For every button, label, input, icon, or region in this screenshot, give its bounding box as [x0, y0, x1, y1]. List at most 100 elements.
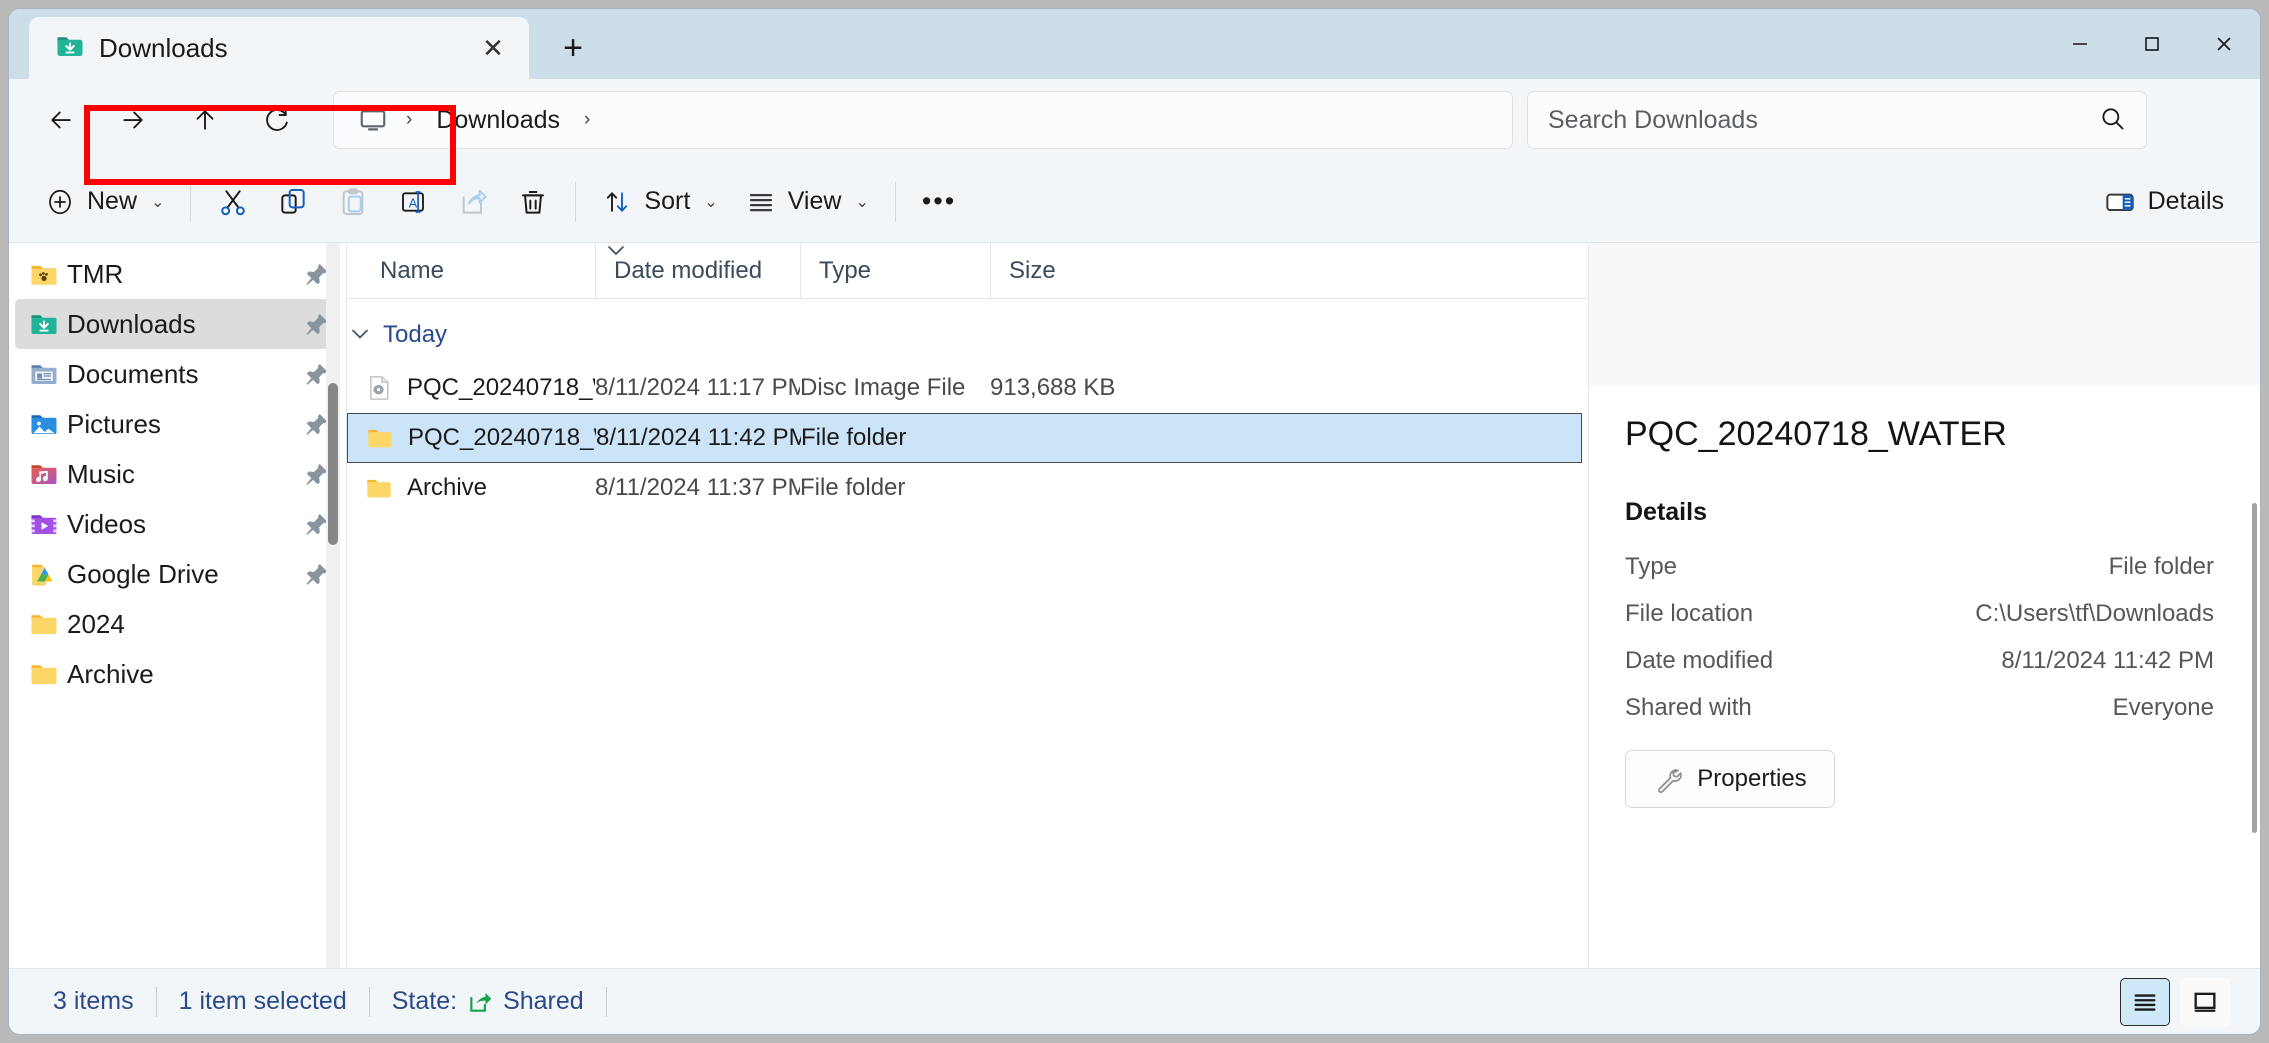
status-divider-3 [605, 986, 607, 1017]
details-title: PQC_20240718_WATER [1625, 415, 2007, 453]
details-row-type: Type File folder [1625, 553, 2214, 581]
file-date-cell: 8/11/2024 11:42 PM [596, 424, 801, 451]
file-name-cell: PQC_20240718_WATER [348, 424, 596, 452]
breadcrumb-separator-end[interactable]: › [576, 109, 598, 131]
sidebar-item-tmr[interactable]: TMR [15, 249, 340, 299]
new-tab-button[interactable]: + [547, 22, 599, 74]
sort-button-label: Sort [644, 187, 691, 215]
table-row[interactable]: PQC_20240718_WATER 8/11/2024 11:42 PM Fi… [347, 413, 1582, 463]
column-header-name[interactable]: Name [347, 243, 595, 298]
back-arrow-icon[interactable] [25, 92, 97, 148]
properties-button[interactable]: Properties [1625, 750, 1835, 808]
delete-button[interactable] [503, 174, 563, 230]
breadcrumb-separator[interactable]: › [398, 109, 420, 131]
more-options-button[interactable]: ••• [908, 174, 970, 230]
table-row[interactable]: PQC_20240718_WATER.iso 8/11/2024 11:17 P… [347, 363, 1582, 413]
cut-button[interactable] [203, 174, 263, 230]
sidebar-item-videos[interactable]: Videos [15, 499, 340, 549]
sidebar-item-downloads[interactable]: Downloads [15, 299, 340, 349]
minimize-button[interactable] [2044, 9, 2116, 79]
google-drive-icon [29, 559, 59, 589]
sidebar-scrollbar[interactable] [326, 243, 340, 968]
file-list-pane: Name Date modified Type Size Today PQC_2… [347, 243, 1588, 968]
close-tab-icon[interactable]: ✕ [471, 26, 515, 70]
documents-folder-icon [29, 359, 59, 389]
status-state-value: Shared [503, 987, 584, 1015]
details-scrollbar-thumb[interactable] [2252, 503, 2257, 833]
up-arrow-icon[interactable] [169, 92, 241, 148]
main-area: TMR Downloads Documents Pictures Music V… [9, 105, 2260, 968]
view-toggle-group [2120, 977, 2238, 1026]
sidebar-item-archive[interactable]: Archive [15, 649, 340, 699]
rename-button[interactable]: A [383, 174, 443, 230]
details-pane: PQC_20240718_WATER Details Type File fol… [1588, 243, 2260, 968]
svg-text:A: A [409, 196, 418, 210]
pictures-folder-icon [29, 409, 59, 439]
view-button[interactable]: View ⌄ [732, 174, 883, 230]
toolbar-divider [190, 181, 192, 222]
column-header-type[interactable]: Type [800, 243, 990, 298]
status-item-count: 3 items [53, 987, 134, 1015]
refresh-icon[interactable] [241, 92, 313, 148]
properties-button-label: Properties [1697, 765, 1807, 792]
sort-button[interactable]: Sort ⌄ [588, 174, 731, 230]
details-pane-button[interactable]: Details [2090, 174, 2238, 230]
close-window-button[interactable] [2188, 9, 2260, 79]
details-row-file-location: File location C:\Users\tf\Downloads [1625, 600, 2214, 628]
share-button[interactable] [443, 174, 503, 230]
folder-icon [29, 659, 59, 689]
toolbar-divider-2 [575, 181, 577, 222]
large-icons-view-icon[interactable] [2180, 977, 2230, 1026]
table-row[interactable]: Archive 8/11/2024 11:37 PM File folder [347, 463, 1582, 513]
monitor-icon[interactable] [352, 105, 394, 135]
search-icon[interactable] [2098, 104, 2126, 137]
details-pane-label: Details [2147, 187, 2224, 215]
details-view-icon[interactable] [2120, 977, 2170, 1026]
disc-image-icon [365, 374, 393, 402]
sidebar-scrollbar-thumb[interactable] [328, 383, 338, 545]
sidebar-item-pictures[interactable]: Pictures [15, 399, 340, 449]
sidebar-item-google-drive[interactable]: Google Drive [15, 549, 340, 599]
sidebar-item-documents[interactable]: Documents [15, 349, 340, 399]
paste-button[interactable] [323, 174, 383, 230]
breadcrumb-downloads[interactable]: Downloads [424, 102, 572, 139]
tab-downloads[interactable]: Downloads ✕ [29, 17, 529, 79]
file-name-text: Archive [407, 474, 488, 501]
chevron-down-icon: ⌄ [151, 193, 165, 211]
copy-button[interactable] [263, 174, 323, 230]
address-bar[interactable]: › Downloads › [333, 91, 1513, 149]
file-name-text: PQC_20240718_WATER [408, 424, 596, 451]
search-box[interactable] [1527, 91, 2147, 149]
search-input[interactable] [1548, 105, 2088, 135]
forward-arrow-icon[interactable] [97, 92, 169, 148]
status-selection-count: 1 item selected [178, 987, 347, 1015]
chevron-down-icon [349, 325, 371, 346]
sidebar-item-label: Archive [67, 658, 154, 689]
wrench-icon [1653, 764, 1683, 794]
file-type-cell: File folder [800, 474, 906, 501]
videos-folder-icon [29, 509, 59, 539]
status-state-label: State: [391, 987, 458, 1015]
command-bar: New ⌄ A Sort ⌄ View ⌄ ••• Details [9, 161, 2260, 243]
downloads-folder-icon [55, 31, 85, 66]
chevron-down-icon: ⌄ [855, 193, 869, 211]
sidebar-item-label: TMR [67, 258, 124, 289]
folder-icon [365, 474, 393, 502]
sidebar-item-label: Google Drive [67, 558, 219, 589]
details-content: PQC_20240718_WATER Details Type File fol… [1589, 385, 2260, 968]
new-button-label: New [87, 187, 138, 215]
sidebar-item-music[interactable]: Music [15, 449, 340, 499]
new-button[interactable]: New ⌄ [31, 174, 178, 230]
status-state: State: Shared [370, 987, 606, 1016]
file-type-cell: Disc Image File [800, 374, 966, 401]
file-name-text: PQC_20240718_WATER.iso [407, 374, 595, 401]
folder-paw-icon [29, 259, 59, 289]
column-header-size[interactable]: Size [990, 243, 1118, 298]
sidebar-item-label: Downloads [67, 308, 196, 339]
navigation-bar: › Downloads › [9, 79, 2260, 161]
sidebar-item-2024[interactable]: 2024 [15, 599, 340, 649]
sidebar-item-label: Documents [67, 358, 199, 389]
file-size-cell: 913,688 KB [990, 374, 1116, 401]
group-header-today[interactable]: Today [347, 311, 1588, 359]
maximize-button[interactable] [2116, 9, 2188, 79]
